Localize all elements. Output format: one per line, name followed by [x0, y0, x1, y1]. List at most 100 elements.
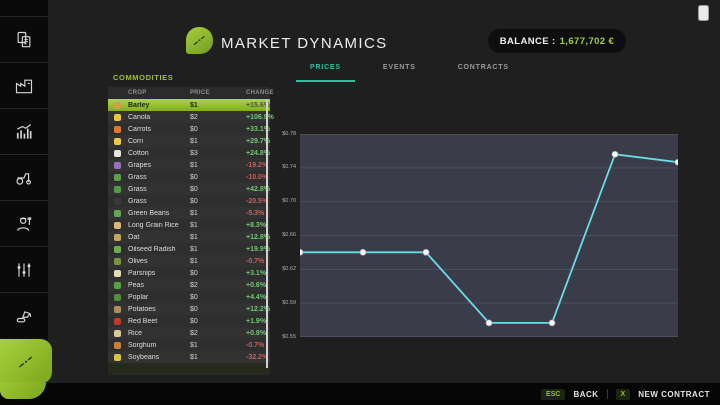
- table-row[interactable]: Soybeans $1 -32.2%: [108, 351, 270, 363]
- crop-name: Olives: [128, 258, 190, 265]
- crop-icon: [114, 162, 121, 169]
- crop-price: $1: [190, 102, 246, 109]
- crop-price: $1: [190, 210, 246, 217]
- crop-name: Soybeans: [128, 354, 190, 361]
- chart-plot-area: [300, 134, 678, 337]
- crop-icon: [114, 342, 121, 349]
- table-row[interactable]: Grass $0 -20.5%: [108, 195, 270, 207]
- table-row[interactable]: Long Grain Rice $1 +8.3%: [108, 219, 270, 231]
- table-row[interactable]: Grapes $1 -19.2%: [108, 159, 270, 171]
- crop-price: $1: [190, 258, 246, 265]
- back-button[interactable]: BACK: [573, 390, 598, 399]
- col-header-price: PRICE: [190, 90, 246, 96]
- crop-price: $1: [190, 162, 246, 169]
- crop-price: $0: [190, 198, 246, 205]
- table-row[interactable]: Rice $2 +0.8%: [108, 327, 270, 339]
- table-row[interactable]: Barley $1 +15.6%: [108, 99, 270, 111]
- crop-name: Grass: [128, 198, 190, 205]
- y-axis-tick: $0.55: [270, 334, 296, 340]
- price-line-chart: [300, 134, 678, 337]
- sidebar-item-production[interactable]: [0, 62, 48, 108]
- table-row[interactable]: Potatoes $0 +12.2%: [108, 303, 270, 315]
- sidebar-item-settings[interactable]: [0, 246, 48, 292]
- table-row[interactable]: Peas $2 +0.6%: [108, 279, 270, 291]
- y-axis-tick: $0.59: [270, 300, 296, 306]
- new-contract-button[interactable]: NEW CONTRACT: [638, 390, 710, 399]
- table-row[interactable]: Oat $1 +12.8%: [108, 231, 270, 243]
- crop-name: Oat: [128, 234, 190, 241]
- commodities-section-label: COMMODITIES: [113, 73, 173, 82]
- col-header-crop: CROP: [128, 90, 190, 96]
- sidebar-item-statistics[interactable]: [0, 108, 48, 154]
- crop-price: $2: [190, 114, 246, 121]
- sidebar-item-farmer[interactable]: [0, 200, 48, 246]
- crop-change: +106.9%: [246, 114, 274, 121]
- crop-icon: [114, 306, 121, 313]
- crop-price: $1: [190, 234, 246, 241]
- crop-price: $3: [190, 150, 246, 157]
- table-row[interactable]: Carrots $0 +33.1%: [108, 123, 270, 135]
- table-row[interactable]: Oilseed Radish $1 +19.9%: [108, 243, 270, 255]
- table-row[interactable]: Corn $1 +29.7%: [108, 135, 270, 147]
- crop-price: $0: [190, 126, 246, 133]
- crop-name: Oilseed Radish: [128, 246, 190, 253]
- crop-change: +1.9%: [246, 318, 266, 325]
- footer-divider: [607, 389, 608, 399]
- crop-icon: [114, 294, 121, 301]
- crop-price: $0: [190, 270, 246, 277]
- crop-name: Peas: [128, 282, 190, 289]
- vehicle-icon: [14, 168, 34, 188]
- table-row[interactable]: Canola $2 +106.9%: [108, 111, 270, 123]
- crop-change: -0.7%: [246, 258, 264, 265]
- crop-icon: [114, 282, 121, 289]
- crop-icon: [114, 198, 121, 205]
- crop-change: -0.7%: [246, 342, 264, 349]
- table-row[interactable]: Olives $1 -0.7%: [108, 255, 270, 267]
- table-row[interactable]: Red Beet $0 +1.9%: [108, 315, 270, 327]
- trend-line-icon: [191, 32, 208, 49]
- settings-icon: [14, 260, 34, 280]
- crop-name: Red Beet: [128, 318, 190, 325]
- table-row[interactable]: Grass $0 -10.0%: [108, 171, 270, 183]
- crop-change: -32.2%: [246, 354, 268, 361]
- crop-price: $1: [190, 342, 246, 349]
- tab-contracts[interactable]: CONTRACTS: [458, 64, 509, 82]
- commodities-list: Barley $1 +15.6% Canola $2 +106.9% Carro…: [108, 99, 270, 363]
- battery-icon: [698, 5, 709, 21]
- crop-name: Potatoes: [128, 306, 190, 313]
- crop-price: $0: [190, 174, 246, 181]
- crop-name: Canola: [128, 114, 190, 121]
- production-icon: [14, 76, 34, 96]
- tab-bar: PRICES EVENTS CONTRACTS: [310, 64, 509, 82]
- sidebar-item-vehicle[interactable]: [0, 154, 48, 200]
- table-row[interactable]: Sorghum $1 -0.7%: [108, 339, 270, 351]
- crop-icon: [114, 222, 121, 229]
- crop-icon: [114, 318, 121, 325]
- tab-events[interactable]: EVENTS: [383, 64, 416, 82]
- scrollbar-track[interactable]: [266, 100, 268, 368]
- table-row[interactable]: Poplar $0 +4.4%: [108, 291, 270, 303]
- crop-price: $0: [190, 294, 246, 301]
- table-row[interactable]: Cotton $3 +24.8%: [108, 147, 270, 159]
- table-row[interactable]: Grass $0 +42.8%: [108, 183, 270, 195]
- construction-icon: [14, 306, 34, 326]
- farmer-icon: [14, 214, 34, 234]
- crop-icon: [114, 150, 121, 157]
- esc-keycap: ESC: [541, 389, 565, 400]
- footer-actions: ESC BACK X NEW CONTRACT: [541, 383, 710, 405]
- table-header: CROP PRICE CHANGE: [108, 87, 270, 99]
- crop-change: -5.3%: [246, 210, 264, 217]
- y-axis-tick: $0.78: [270, 131, 296, 137]
- market-dynamics-icon: [16, 352, 36, 372]
- sidebar-item-market-dynamics[interactable]: [0, 338, 52, 384]
- crop-name: Corn: [128, 138, 190, 145]
- scrollbar-thumb[interactable]: [266, 100, 268, 368]
- balance-value: 1,677,702 €: [560, 36, 615, 47]
- table-row[interactable]: Green Beans $1 -5.3%: [108, 207, 270, 219]
- sidebar-item-documents[interactable]: [0, 16, 48, 62]
- crop-change: +8.3%: [246, 222, 266, 229]
- balance-label: BALANCE :: [500, 36, 556, 47]
- sidebar-item-construction[interactable]: [0, 292, 48, 338]
- table-row[interactable]: Parsnips $0 +3.1%: [108, 267, 270, 279]
- tab-prices[interactable]: PRICES: [310, 64, 341, 82]
